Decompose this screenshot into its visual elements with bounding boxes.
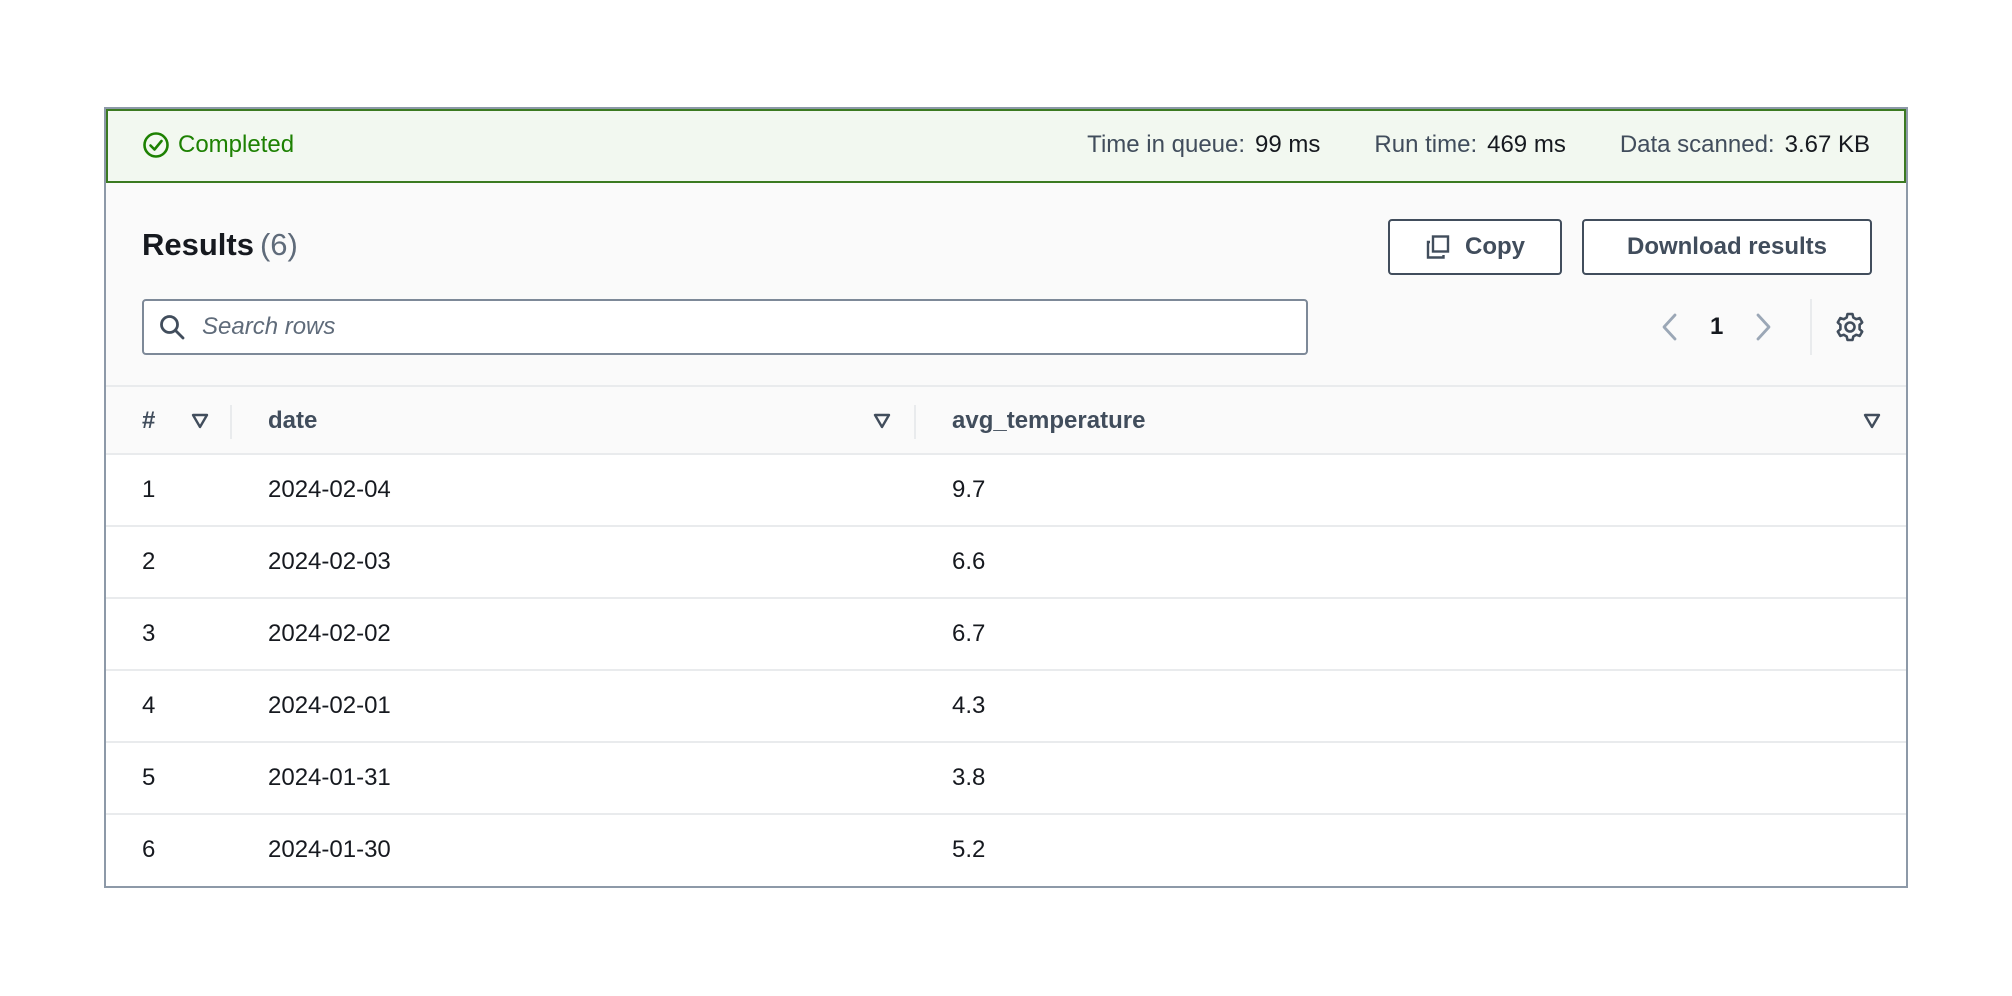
sort-icon[interactable] bbox=[190, 411, 210, 431]
chevron-left-icon[interactable] bbox=[1656, 309, 1684, 345]
metric-data-scanned: Data scanned: 3.67 KB bbox=[1620, 131, 1870, 159]
sort-icon[interactable] bbox=[872, 411, 892, 431]
pager-divider bbox=[1810, 299, 1812, 355]
avg-temperature-cell: 6.7 bbox=[952, 620, 986, 647]
date-cell: 2024-02-01 bbox=[268, 692, 391, 719]
column-divider[interactable] bbox=[914, 405, 916, 439]
search-icon bbox=[160, 315, 185, 340]
table-row: 4 2024-02-01 4.3 bbox=[106, 671, 1906, 743]
table-row: 1 2024-02-04 9.7 bbox=[106, 455, 1906, 527]
gear-icon[interactable] bbox=[1834, 311, 1866, 343]
date-cell: 2024-02-04 bbox=[268, 476, 391, 503]
results-title-text: Results bbox=[142, 227, 254, 262]
row-index: 3 bbox=[142, 620, 156, 647]
avg-temperature-cell: 4.3 bbox=[952, 692, 986, 719]
search-input[interactable] bbox=[200, 312, 1284, 342]
chevron-right-icon[interactable] bbox=[1749, 309, 1777, 345]
date-cell: 2024-02-03 bbox=[268, 548, 391, 575]
copy-button-label: Copy bbox=[1465, 233, 1525, 260]
query-metrics: Time in queue: 99 ms Run time: 469 ms Data… bbox=[1033, 109, 1870, 181]
download-button-label: Download results bbox=[1626, 233, 1828, 260]
metric-label: Time in queue: bbox=[1087, 131, 1246, 158]
metric-label: Data scanned: bbox=[1619, 131, 1775, 158]
row-index: 4 bbox=[142, 692, 156, 719]
page-number[interactable]: 1 bbox=[1710, 313, 1723, 341]
metric-value: 469 ms bbox=[1487, 131, 1566, 158]
column-header-avg-temperature[interactable]: avg_temperature bbox=[952, 387, 1145, 455]
check-circle-icon bbox=[143, 132, 169, 158]
status-indicator: Completed bbox=[142, 109, 294, 181]
row-index: 2 bbox=[142, 548, 156, 575]
status-label: Completed bbox=[178, 131, 295, 158]
results-title: Results (6) bbox=[142, 227, 298, 263]
pagination: 1 bbox=[1656, 305, 1777, 349]
column-divider[interactable] bbox=[230, 405, 232, 439]
metric-label: Run time: bbox=[1374, 131, 1478, 158]
column-header-date[interactable]: date bbox=[268, 387, 317, 455]
query-results-panel: Completed Time in queue: 99 ms Run time: 4… bbox=[104, 107, 1908, 888]
date-cell: 2024-01-30 bbox=[268, 836, 391, 863]
metric-time-in-queue: Time in queue: 99 ms bbox=[1087, 131, 1320, 159]
copy-icon bbox=[1426, 235, 1450, 259]
table-row: 6 2024-01-30 5.2 bbox=[106, 815, 1906, 886]
results-count: (6) bbox=[259, 227, 298, 262]
table-row: 2 2024-02-03 6.6 bbox=[106, 527, 1906, 599]
row-index: 6 bbox=[142, 836, 156, 863]
table-header: # date avg_temperature bbox=[106, 385, 1906, 455]
table-row: 5 2024-01-31 3.8 bbox=[106, 743, 1906, 815]
date-cell: 2024-01-31 bbox=[268, 764, 391, 791]
metric-value: 3.67 KB bbox=[1784, 131, 1870, 158]
metric-run-time: Run time: 469 ms bbox=[1374, 131, 1565, 159]
avg-temperature-cell: 6.6 bbox=[952, 548, 986, 575]
avg-temperature-cell: 9.7 bbox=[952, 476, 986, 503]
avg-temperature-cell: 5.2 bbox=[952, 836, 986, 863]
avg-temperature-cell: 3.8 bbox=[952, 764, 986, 791]
row-index: 1 bbox=[142, 476, 156, 503]
row-index: 5 bbox=[142, 764, 156, 791]
download-results-button[interactable]: Download results bbox=[1582, 219, 1872, 275]
status-bar: Completed Time in queue: 99 ms Run time: 4… bbox=[106, 109, 1906, 183]
date-cell: 2024-02-02 bbox=[268, 620, 391, 647]
table-row: 3 2024-02-02 6.7 bbox=[106, 599, 1906, 671]
search-field[interactable] bbox=[142, 299, 1308, 355]
metric-value: 99 ms bbox=[1255, 131, 1321, 158]
column-header-index[interactable]: # bbox=[142, 387, 155, 455]
sort-icon[interactable] bbox=[1862, 411, 1882, 431]
copy-button[interactable]: Copy bbox=[1388, 219, 1562, 275]
